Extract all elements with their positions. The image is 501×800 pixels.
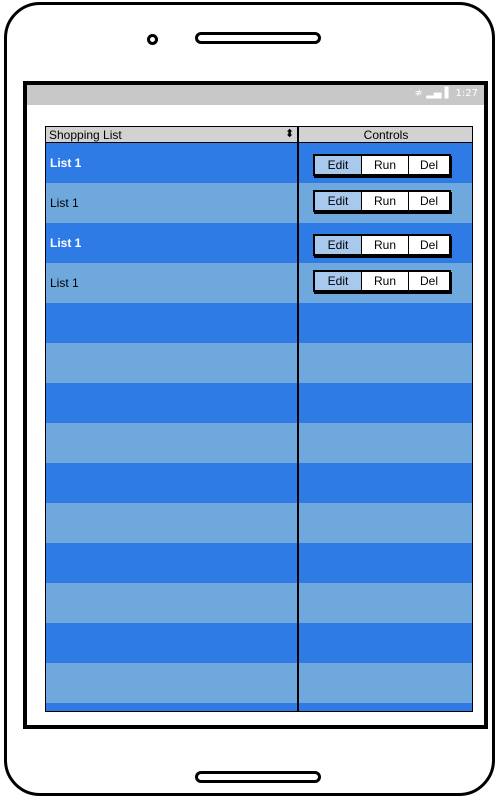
row-label: List 1 [50,156,82,170]
table-row[interactable]: List 1 Edit Run Del [46,183,472,223]
table-header: Shopping List ⬍ Controls [46,127,472,143]
run-button[interactable]: Run [362,236,409,254]
camera-icon [147,34,158,45]
shopping-list-table: Shopping List ⬍ Controls List 1 Edit Run… [45,126,473,712]
speaker-grille [195,32,321,44]
empty-row [46,423,472,463]
row-label: List 1 [50,196,79,210]
empty-row [46,583,472,623]
edit-button[interactable]: Edit [315,236,362,254]
edit-button[interactable]: Edit [315,156,362,174]
status-bar: ≉ ▂▄ ▌ 1:27 [27,85,484,105]
delete-button[interactable]: Del [409,156,449,174]
empty-row [46,623,472,663]
status-icons: ≉ ▂▄ ▌ 1:27 [414,88,478,99]
row-controls: Edit Run Del [313,234,451,256]
empty-row [46,383,472,423]
row-label: List 1 [50,236,82,250]
edit-button[interactable]: Edit [315,192,362,210]
empty-row [46,343,472,383]
empty-row [46,463,472,503]
empty-row [46,503,472,543]
run-button[interactable]: Run [362,192,409,210]
delete-button[interactable]: Del [409,272,449,290]
sort-icon[interactable]: ⬍ [285,127,294,141]
column-header-shopping-list[interactable]: Shopping List [49,128,122,142]
row-controls: Edit Run Del [313,154,451,176]
row-controls: Edit Run Del [313,190,451,212]
wifi-icon: ≉ [414,88,423,99]
run-button[interactable]: Run [362,272,409,290]
empty-row [46,543,472,583]
row-controls: Edit Run Del [313,270,451,292]
delete-button[interactable]: Del [409,192,449,210]
empty-row [46,703,472,711]
column-divider [297,127,299,711]
battery-icon: ▌ [444,88,453,99]
empty-row [46,663,472,703]
table-row[interactable]: List 1 Edit Run Del [46,263,472,303]
table-body: List 1 Edit Run Del List 1 Edit Run Del [46,143,472,711]
device-screen: ≉ ▂▄ ▌ 1:27 Shopping List ⬍ Controls Lis… [23,81,488,729]
empty-row [46,303,472,343]
edit-button[interactable]: Edit [315,272,362,290]
column-header-controls: Controls [363,128,409,142]
table-row[interactable]: List 1 Edit Run Del [46,143,472,183]
delete-button[interactable]: Del [409,236,449,254]
signal-icon: ▂▄ [426,88,442,99]
phone-frame: ≉ ▂▄ ▌ 1:27 Shopping List ⬍ Controls Lis… [4,2,495,796]
table-row[interactable]: List 1 Edit Run Del [46,223,472,263]
home-button[interactable] [195,771,321,783]
row-label: List 1 [50,276,79,290]
run-button[interactable]: Run [362,156,409,174]
status-time: 1:27 [455,88,478,99]
